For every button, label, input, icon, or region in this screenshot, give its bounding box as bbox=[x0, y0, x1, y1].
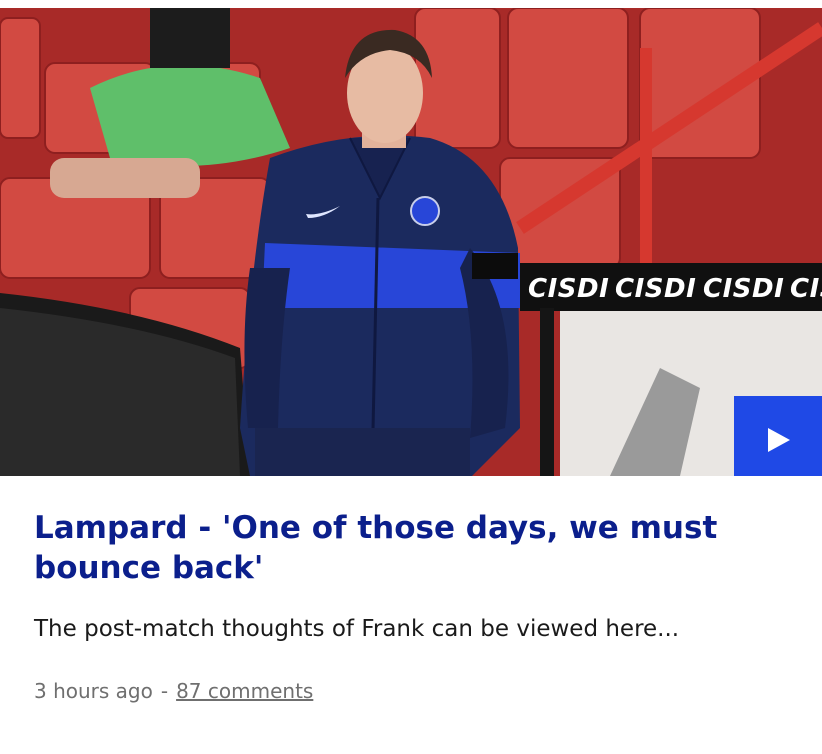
article-meta: 3 hours ago -87 comments bbox=[34, 675, 313, 707]
meta-separator: - bbox=[160, 679, 169, 703]
article-card[interactable]: CISDI CISDI CISDI CIS bbox=[0, 0, 822, 754]
article-hero-image[interactable]: CISDI CISDI CISDI CIS bbox=[0, 8, 822, 476]
sponsor-board-text-3: CISDI bbox=[703, 274, 784, 304]
article-summary: The post-match thoughts of Frank can be … bbox=[34, 616, 680, 642]
sponsor-board-text-1: CISDI bbox=[528, 274, 609, 304]
sponsor-board-text-4: CIS bbox=[790, 274, 822, 304]
play-icon bbox=[768, 428, 790, 452]
sponsor-board-text-2: CISDI bbox=[615, 274, 696, 304]
article-headline[interactable]: Lampard - 'One of those days, we must bo… bbox=[34, 508, 774, 588]
comments-link[interactable]: 87 comments bbox=[176, 679, 313, 703]
stadium-photo-illustration: CISDI CISDI CISDI CIS bbox=[0, 8, 822, 476]
play-video-button[interactable] bbox=[734, 396, 822, 476]
article-timestamp: 3 hours ago bbox=[34, 679, 153, 703]
